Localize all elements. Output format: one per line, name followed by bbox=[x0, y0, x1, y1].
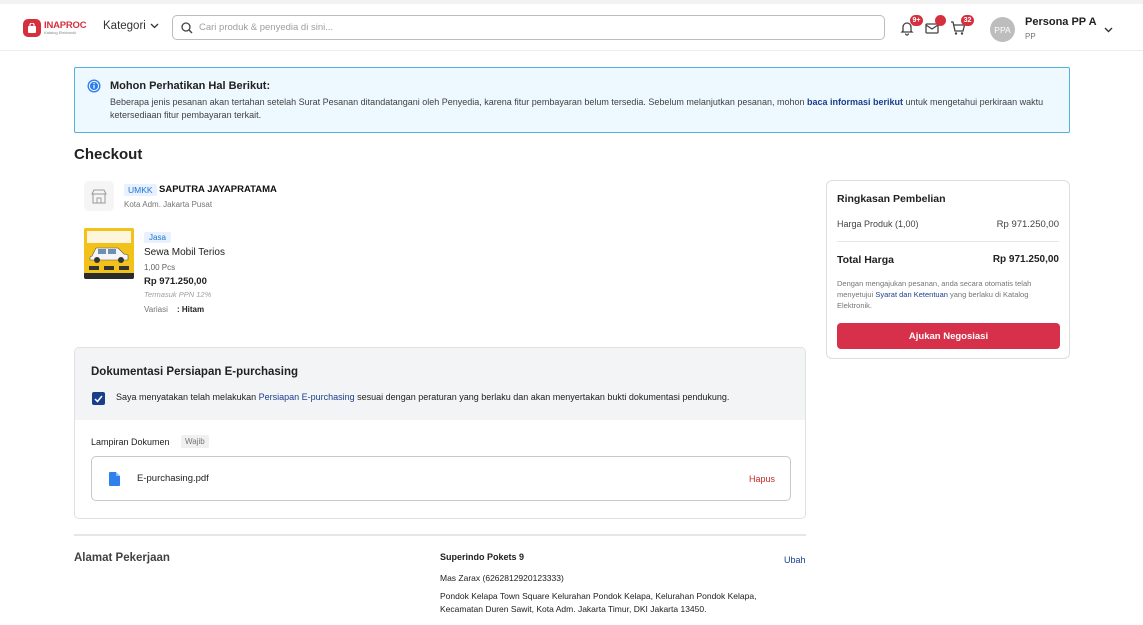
chevron-down-icon bbox=[150, 23, 159, 29]
variant-value: : Hitam bbox=[177, 305, 205, 314]
variant-label: Variasi bbox=[144, 305, 168, 314]
store-name[interactable]: SAPUTRA JAYAPRATAMA bbox=[159, 184, 277, 195]
jasa-badge: Jasa bbox=[144, 232, 171, 243]
agreement-text: Saya menyatakan telah melakukan bbox=[116, 392, 259, 402]
product-name[interactable]: Sewa Mobil Terios bbox=[144, 247, 225, 258]
notice-info-link[interactable]: baca informasi berikut bbox=[807, 97, 903, 107]
delete-file-button[interactable]: Hapus bbox=[749, 474, 775, 484]
file-name[interactable]: E-purchasing.pdf bbox=[137, 473, 209, 484]
avatar[interactable]: PPA bbox=[990, 17, 1015, 42]
notice-body: Beberapa jenis pesanan akan tertahan set… bbox=[110, 96, 1055, 122]
inbox-button[interactable] bbox=[924, 15, 946, 38]
kategori-dropdown[interactable]: Kategori bbox=[103, 20, 159, 32]
persiapan-link[interactable]: Persiapan E-purchasing bbox=[259, 392, 355, 402]
required-badge: Wajib bbox=[181, 435, 209, 448]
address-contact: Mas Zarax (6262812920123333) bbox=[440, 573, 564, 583]
terms-link[interactable]: Syarat dan Ketentuan bbox=[875, 290, 948, 299]
product-ppn-note: Termasuk PPN 12% bbox=[144, 290, 212, 299]
notification-button[interactable]: 9+ bbox=[899, 15, 923, 38]
product-price: Rp 971.250,00 bbox=[144, 276, 207, 287]
search-icon bbox=[181, 21, 193, 33]
attachment-label: Lampiran Dokumen bbox=[91, 437, 170, 447]
total-price-label: Total Harga bbox=[837, 254, 894, 266]
documentation-card: Dokumentasi Persiapan E-purchasing Saya … bbox=[74, 347, 806, 519]
notice-banner: Mohon Perhatikan Hal Berikut: Beberapa j… bbox=[74, 67, 1070, 133]
user-name[interactable]: Persona PP A bbox=[1025, 16, 1097, 28]
top-header: INAPROC Katalog Elektronik Kategori 9+ 3… bbox=[0, 4, 1143, 51]
store-location: Kota Adm. Jakarta Pusat bbox=[124, 200, 213, 209]
product-image bbox=[84, 228, 134, 279]
change-address-button[interactable]: Ubah bbox=[784, 555, 806, 565]
total-price-value: Rp 971.250,00 bbox=[992, 254, 1059, 265]
product-quantity: 1,00 Pcs bbox=[144, 263, 176, 272]
store-icon bbox=[84, 181, 114, 211]
notification-badge: 9+ bbox=[910, 15, 923, 26]
documentation-title: Dokumentasi Persiapan E-purchasing bbox=[91, 366, 299, 378]
purchase-summary-card: Ringkasan Pembelian Harga Produk (1,00) … bbox=[826, 180, 1070, 359]
cart-button[interactable]: 32 bbox=[950, 15, 974, 38]
product-price-value: Rp 971.250,00 bbox=[996, 219, 1059, 230]
page-title: Checkout bbox=[74, 146, 143, 163]
submit-negotiation-button[interactable]: Ajukan Negosiasi bbox=[837, 323, 1060, 349]
user-role: PP bbox=[1025, 32, 1036, 41]
documentation-header: Dokumentasi Persiapan E-purchasing Saya … bbox=[75, 348, 805, 420]
notice-body-text: Beberapa jenis pesanan akan tertahan set… bbox=[110, 97, 807, 107]
umkm-badge: UMKK bbox=[124, 184, 157, 196]
summary-title: Ringkasan Pembelian bbox=[837, 193, 946, 205]
address-section-title: Alamat Pekerjaan bbox=[74, 552, 170, 564]
checkmark-icon bbox=[94, 395, 103, 403]
agreement-statement: Saya menyatakan telah melakukan Persiapa… bbox=[116, 392, 729, 402]
logo-sub-text: Katalog Elektronik bbox=[44, 30, 77, 36]
agreement-checkbox[interactable] bbox=[92, 392, 105, 405]
search-input[interactable] bbox=[199, 22, 799, 33]
product-price-label: Harga Produk (1,00) bbox=[837, 219, 919, 229]
notice-title: Mohon Perhatikan Hal Berikut: bbox=[110, 80, 271, 92]
search-bar[interactable] bbox=[172, 15, 885, 40]
inbox-dot-badge bbox=[935, 15, 946, 26]
info-icon bbox=[87, 79, 101, 96]
address-name: Superindo Pokets 9 bbox=[440, 552, 525, 562]
chevron-down-icon bbox=[1104, 27, 1113, 33]
inaproc-logo[interactable]: INAPROC Katalog Elektronik bbox=[23, 17, 91, 39]
address-line: Pondok Kelapa Town Square Kelurahan Pond… bbox=[440, 591, 757, 614]
section-divider bbox=[74, 534, 806, 536]
attached-file[interactable]: E-purchasing.pdf Hapus bbox=[91, 456, 791, 501]
shopping-bag-icon bbox=[23, 19, 41, 37]
cart-badge: 32 bbox=[961, 15, 974, 26]
logo-main-text: INAPROC bbox=[44, 19, 87, 31]
user-menu-toggle[interactable] bbox=[1104, 24, 1113, 36]
terms-note: Dengan mengajukan pesanan, anda secara o… bbox=[837, 278, 1063, 311]
file-icon bbox=[109, 472, 120, 489]
summary-divider bbox=[837, 241, 1059, 242]
agreement-text-end: sesuai dengan peraturan yang berlaku dan… bbox=[354, 392, 730, 402]
kategori-label: Kategori bbox=[103, 20, 146, 32]
